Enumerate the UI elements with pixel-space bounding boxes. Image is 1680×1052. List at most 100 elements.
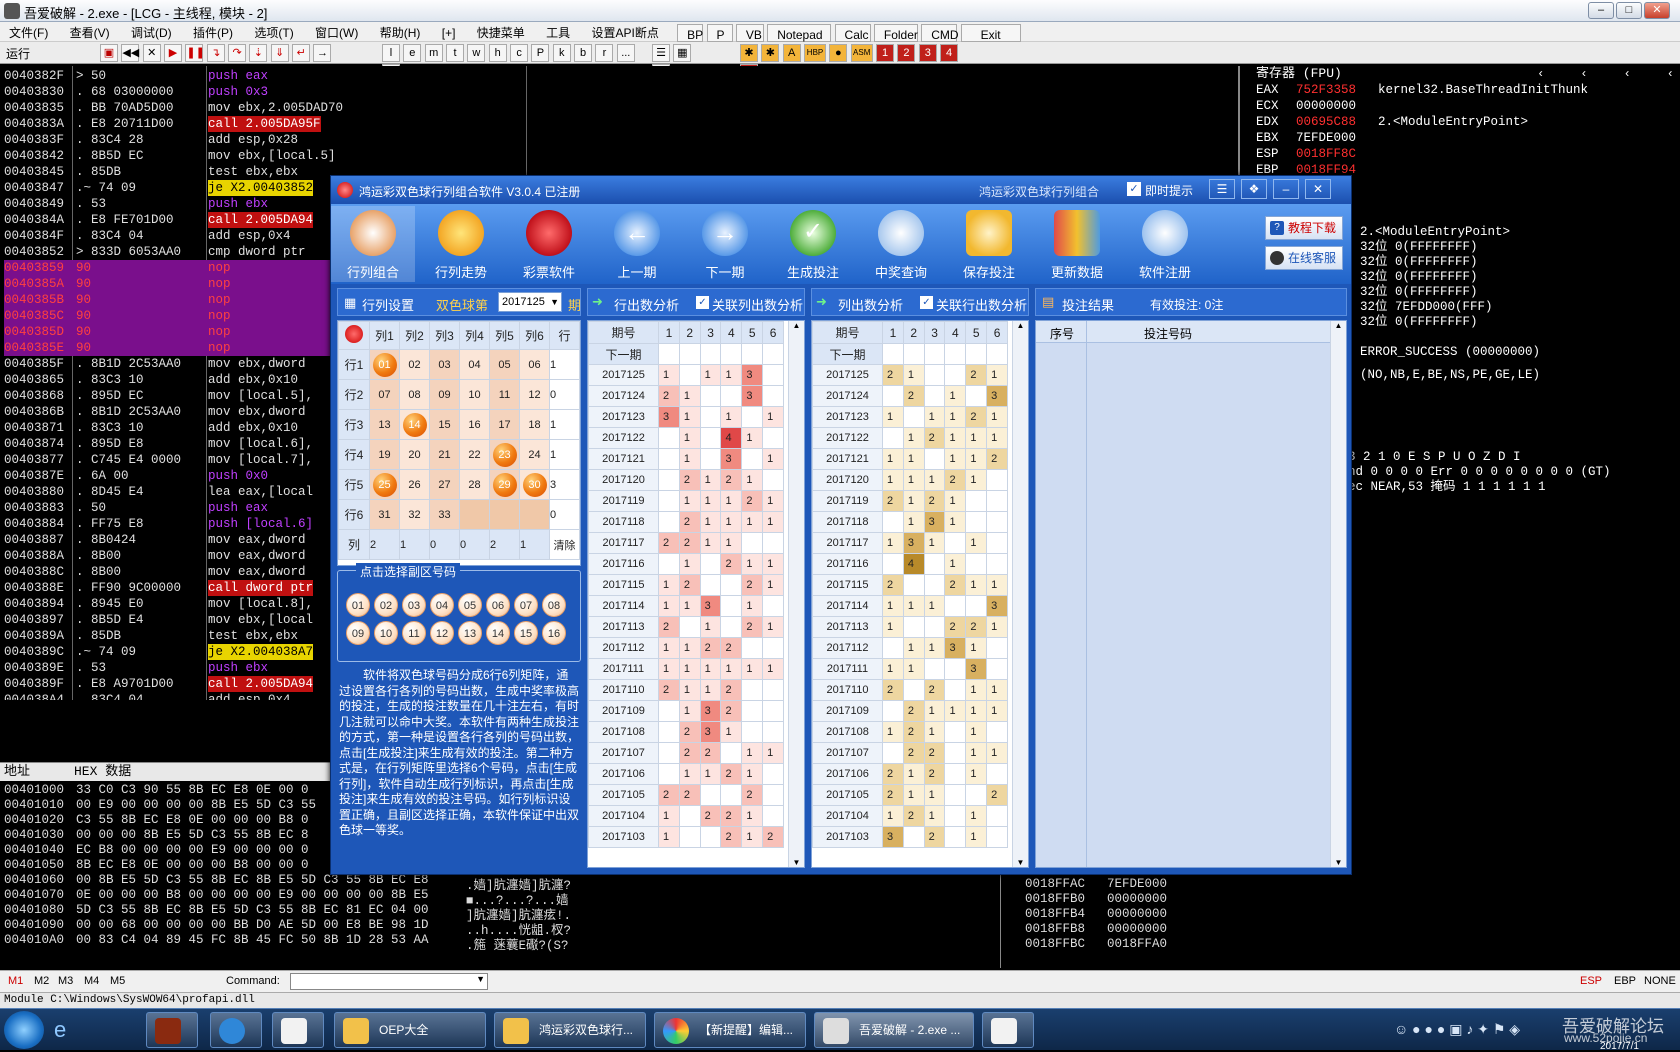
analysis-cell[interactable]: 2 — [658, 532, 680, 554]
num-1-button[interactable]: 1 — [876, 44, 895, 62]
analysis-cell[interactable]: 2 — [923, 742, 946, 764]
analysis-cell[interactable]: 1 — [965, 637, 988, 659]
result-scrollbar[interactable]: ▲ ▼ — [1330, 321, 1346, 867]
matrix-cell[interactable]: 07 — [369, 379, 400, 410]
analysis-cell[interactable]: 1 — [923, 532, 946, 554]
tool-lottery-software[interactable]: 彩票软件 — [507, 206, 591, 282]
analysis-cell[interactable]: 1 — [965, 679, 988, 701]
col-count[interactable]: 0 — [429, 529, 460, 560]
memory-tab-m3[interactable]: M3 — [58, 975, 73, 987]
analysis-cell[interactable] — [741, 343, 764, 365]
analysis-cell[interactable] — [986, 763, 1008, 785]
analysis-cell[interactable]: 1 — [741, 742, 764, 764]
scroll-down-icon[interactable]: ▼ — [1331, 858, 1346, 867]
analysis-cell[interactable] — [762, 637, 784, 659]
matrix-cell[interactable]: 26 — [399, 469, 430, 500]
menu-options[interactable]: 选项(T) — [245, 22, 302, 43]
link-col-checkbox[interactable]: ✓ — [696, 296, 709, 309]
analysis-cell[interactable]: 1 — [720, 532, 743, 554]
analysis-cell[interactable]: 1 — [741, 427, 764, 449]
analysis-cell[interactable]: 1 — [965, 805, 988, 827]
analysis-cell[interactable] — [762, 469, 784, 491]
analysis-cell[interactable] — [986, 553, 1008, 575]
analysis-cell[interactable]: 1 — [902, 364, 925, 386]
analysis-cell[interactable]: 2 — [720, 553, 743, 575]
analysis-cell[interactable] — [923, 658, 946, 680]
disasm-line[interactable]: 00403842 . 8B5D EC mov ebx,[local.5] — [4, 148, 524, 164]
analysis-cell[interactable]: 1 — [902, 448, 925, 470]
analysis-cell[interactable] — [882, 700, 904, 722]
analysis-cell[interactable]: 1 — [902, 763, 925, 785]
folder-button[interactable]: Folder — [873, 24, 918, 42]
dump-row[interactable]: 00401060 00 8B E5 5D C3 55 8B EC 8B E5 5D… — [4, 873, 464, 888]
analysis-col-header[interactable]: 1 — [658, 321, 680, 344]
analysis-cell[interactable]: 2 — [699, 742, 722, 764]
analysis-cell[interactable]: 1 — [678, 490, 701, 512]
register-row[interactable]: ESP 0018FF8C — [1256, 146, 1680, 162]
grid-icon[interactable]: ▦ — [673, 44, 692, 62]
analysis-cell[interactable]: 1 — [923, 805, 946, 827]
row-count[interactable]: 3 — [549, 469, 580, 500]
analysis-cell[interactable] — [658, 763, 680, 785]
matrix-col-header[interactable]: 列3 — [429, 321, 460, 350]
register-row[interactable]: ECX 00000000 — [1256, 98, 1680, 114]
analysis-cell[interactable]: 1 — [658, 574, 680, 596]
analysis-cell[interactable]: 1 — [762, 574, 784, 596]
sub-ball[interactable]: 05 — [458, 593, 482, 617]
analysis-cell[interactable] — [699, 343, 722, 365]
analysis-cell[interactable]: 1 — [741, 826, 764, 848]
analysis-cell[interactable] — [902, 574, 925, 596]
analysis-cell[interactable] — [923, 616, 946, 638]
analysis-col-header[interactable]: 5 — [741, 321, 764, 344]
analysis-cell[interactable] — [720, 784, 743, 806]
task-game[interactable] — [146, 1012, 198, 1048]
analysis-cell[interactable] — [658, 469, 680, 491]
analysis-cell[interactable]: 1 — [699, 490, 722, 512]
toolbar-ellipsis[interactable]: ... — [616, 44, 635, 62]
analysis-cell[interactable]: 1 — [678, 700, 701, 722]
matrix-col-header[interactable]: 列4 — [459, 321, 490, 350]
col-count[interactable]: 2 — [369, 529, 400, 560]
task-oep[interactable]: OEP大全 — [334, 1012, 486, 1048]
scroll-down-icon[interactable]: ▼ — [789, 858, 804, 867]
tool-prev-period[interactable]: ← 上一期 — [595, 206, 679, 282]
sub-ball[interactable]: 02 — [374, 593, 398, 617]
analysis-cell[interactable]: 1 — [658, 637, 680, 659]
vb-button[interactable]: VB — [735, 24, 764, 42]
analysis-cell[interactable]: 1 — [882, 406, 904, 428]
analysis-cell[interactable]: 2 — [678, 721, 701, 743]
skin-icon[interactable]: ❖ — [1241, 179, 1267, 199]
analysis-cell[interactable]: 1 — [678, 637, 701, 659]
analysis-cell[interactable]: 1 — [678, 679, 701, 701]
matrix-cell[interactable]: 28 — [459, 469, 490, 500]
analysis-cell[interactable]: 1 — [720, 658, 743, 680]
analysis-cell[interactable]: 1 — [923, 700, 946, 722]
disasm-line[interactable]: 00403835 . BB 70AD5D00 mov ebx,2.005DAD70 — [4, 100, 524, 116]
analysis-cell[interactable] — [699, 406, 722, 428]
matrix-cell[interactable]: 32 — [399, 499, 430, 530]
notepad-button[interactable]: Notepad — [767, 24, 832, 42]
analysis-cell[interactable] — [678, 364, 701, 386]
analysis-cell[interactable]: 2 — [882, 679, 904, 701]
analysis-cell[interactable] — [678, 343, 701, 365]
analysis-cell[interactable]: 1 — [699, 364, 722, 386]
matrix-cell[interactable]: 33 — [429, 499, 460, 530]
selected-ball[interactable]: 14 — [402, 412, 427, 437]
analysis-cell[interactable]: 2 — [741, 616, 764, 638]
analysis-cell[interactable]: 1 — [923, 784, 946, 806]
register-value[interactable]: 7EFDE000 — [1296, 130, 1378, 146]
analysis-cell[interactable] — [965, 784, 988, 806]
analysis-cell[interactable]: 1 — [902, 637, 925, 659]
analysis-cell[interactable]: 2 — [720, 469, 743, 491]
analysis-cell[interactable] — [762, 721, 784, 743]
analysis-cell[interactable] — [658, 448, 680, 470]
col-table-scrollbar[interactable]: ▲ ▼ — [1012, 321, 1028, 867]
analysis-cell[interactable]: 1 — [986, 406, 1008, 428]
col-count[interactable]: 0 — [459, 529, 490, 560]
analysis-cell[interactable] — [923, 448, 946, 470]
toolbar-l[interactable]: l — [382, 44, 400, 62]
toolbar-c[interactable]: c — [510, 44, 529, 62]
analysis-cell[interactable]: 2 — [923, 826, 946, 848]
execute-till-return-icon[interactable]: ↵ — [292, 44, 311, 62]
analysis-cell[interactable]: 1 — [902, 469, 925, 491]
